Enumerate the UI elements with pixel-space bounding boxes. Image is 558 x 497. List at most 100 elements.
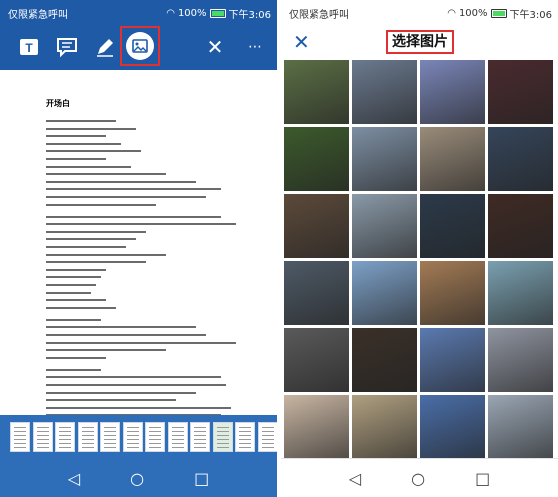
svg-text:T: T (25, 41, 33, 55)
battery-icon (209, 9, 226, 18)
page-thumbnail[interactable] (235, 422, 255, 452)
text-line (46, 399, 176, 402)
text-line (46, 196, 206, 198)
photo-thumbnail[interactable] (352, 127, 417, 191)
text-icon: T (20, 39, 38, 55)
photo-thumbnail[interactable] (420, 127, 485, 191)
status-bar: 仅限紧急呼叫 ◠ 100% 下午3:06 (0, 0, 277, 24)
photo-thumbnail[interactable] (488, 395, 553, 459)
text-line (46, 391, 196, 394)
back-icon[interactable]: ◁ (68, 469, 80, 488)
page-thumbnail[interactable] (55, 422, 75, 452)
text-tool-button[interactable]: T (14, 32, 44, 62)
page-thumbnail[interactable] (145, 422, 165, 452)
more-icon: ⋯ (248, 39, 262, 55)
page-thumbnail[interactable] (32, 422, 53, 452)
close-icon: ✕ (206, 35, 224, 59)
text-line (46, 306, 116, 309)
text-line (46, 334, 206, 336)
clock: 下午3:06 (509, 10, 552, 21)
text-line (46, 356, 106, 359)
page-thumbnail[interactable] (257, 422, 277, 452)
photo-thumbnail[interactable] (352, 395, 417, 459)
photo-thumbnail[interactable] (488, 328, 553, 392)
text-line (46, 276, 101, 279)
page-thumbnail[interactable] (77, 422, 98, 452)
text-line (46, 127, 136, 130)
nav-bar: ◁ ○ □ (0, 459, 277, 497)
comment-tool-button[interactable] (52, 32, 82, 62)
carrier-text: 仅限紧急呼叫 (289, 10, 349, 21)
photo-thumbnail[interactable] (488, 261, 553, 325)
document-title: 开场白 (46, 99, 70, 108)
home-icon[interactable]: ○ (411, 469, 425, 488)
photo-thumbnail[interactable] (352, 261, 417, 325)
photo-thumbnail[interactable] (284, 194, 349, 258)
text-line (46, 368, 101, 371)
photo-thumbnail[interactable] (284, 395, 349, 459)
photo-thumbnail[interactable] (284, 127, 349, 191)
text-line (46, 291, 91, 294)
battery-percent: 100% (177, 8, 207, 19)
photo-thumbnail[interactable] (420, 328, 485, 392)
text-line (46, 268, 106, 271)
back-icon[interactable]: ◁ (349, 469, 361, 488)
image-tool-button[interactable] (120, 26, 160, 66)
comment-icon (57, 38, 77, 58)
image-picker-screen: 仅限紧急呼叫 ◠ 100% 下午3:06 ✕ 选择图片 ◁ ○ □ (281, 0, 558, 497)
text-line (46, 173, 166, 176)
text-line (46, 180, 196, 183)
photo-thumbnail[interactable] (420, 261, 485, 325)
photo-thumbnail[interactable] (420, 60, 485, 124)
text-line (46, 215, 221, 218)
recents-icon[interactable]: □ (194, 469, 209, 488)
page-thumbnail[interactable] (10, 422, 30, 452)
text-line (46, 246, 126, 248)
photo-thumbnail[interactable] (352, 60, 417, 124)
text-line (46, 142, 121, 145)
photo-thumbnail[interactable] (488, 127, 553, 191)
photo-thumbnail[interactable] (488, 60, 553, 124)
text-line (46, 284, 96, 286)
text-line (46, 406, 231, 409)
recents-icon[interactable]: □ (475, 469, 490, 488)
page-thumbnail[interactable] (100, 422, 120, 452)
photo-thumbnail[interactable] (284, 328, 349, 392)
home-icon[interactable]: ○ (130, 469, 144, 488)
picker-header: ✕ 选择图片 (281, 24, 558, 60)
text-line (46, 326, 196, 329)
close-button[interactable]: ✕ (200, 32, 230, 62)
text-line (46, 203, 156, 206)
text-line (46, 349, 166, 352)
photo-thumbnail[interactable] (284, 60, 349, 124)
wifi-icon: ◠ (447, 8, 456, 19)
close-icon[interactable]: ✕ (293, 30, 310, 54)
text-line (46, 384, 226, 386)
text-line (46, 120, 116, 122)
editor-toolbar: T ✕ ⋯ (0, 24, 277, 70)
pen-tool-button[interactable] (90, 32, 120, 62)
photo-thumbnail[interactable] (284, 261, 349, 325)
text-line (46, 230, 146, 233)
page-thumbnail-strip[interactable] (0, 415, 277, 459)
more-button[interactable]: ⋯ (240, 32, 270, 62)
text-line (46, 238, 136, 241)
pen-icon (97, 39, 113, 57)
page-thumbnail[interactable] (167, 422, 188, 452)
text-line (46, 135, 106, 138)
photo-thumbnail[interactable] (488, 194, 553, 258)
photo-thumbnail[interactable] (352, 194, 417, 258)
photo-thumbnail[interactable] (420, 194, 485, 258)
wifi-icon: ◠ (166, 8, 175, 19)
page-thumbnail[interactable] (190, 422, 210, 452)
text-line (46, 223, 236, 226)
text-line (46, 253, 166, 256)
photo-thumbnail[interactable] (420, 395, 485, 459)
text-line (46, 261, 146, 264)
page-thumbnail[interactable] (212, 422, 233, 452)
page-thumbnail[interactable] (122, 422, 143, 452)
battery-percent: 100% (458, 8, 488, 19)
text-line (46, 165, 131, 168)
photo-thumbnail[interactable] (352, 328, 417, 392)
clock: 下午3:06 (228, 10, 271, 21)
